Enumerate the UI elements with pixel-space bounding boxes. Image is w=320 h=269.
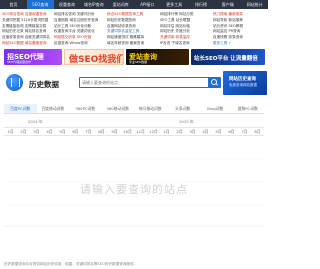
- month-cell[interactable]: 10月: [121, 128, 134, 135]
- site-logo-icon[interactable]: [6, 74, 23, 91]
- quick-link[interactable]: 网站SEO数据 域名备案查询: [2, 41, 58, 47]
- month-cell[interactable]: 9月: [108, 128, 121, 135]
- month-cell[interactable]: 2月: [173, 128, 186, 135]
- footer-text: 历史数据查询平台提供网站历史收录、权重、关键词排名等SEO历史数据查询服务。: [4, 262, 138, 266]
- month-cell[interactable]: 7月: [238, 128, 251, 135]
- top-nav-item[interactable]: API接口: [134, 0, 161, 9]
- link-column: 热门搜索 最新收录 网站导航 新站推荐 站长资讯 SEO教程 网站监控 PR查询 百度快…: [213, 12, 269, 47]
- history-chart-area: 请输入要查询的站点: [4, 137, 264, 227]
- year-labels: 2024 年 2025 年: [4, 119, 264, 125]
- search-button[interactable]: [208, 77, 221, 88]
- month-cell[interactable]: 1月: [160, 128, 173, 135]
- metric-tab[interactable]: 头条词数: [167, 104, 200, 113]
- top-nav-item[interactable]: 权重查询: [54, 0, 81, 9]
- top-nav-bar: 首页 SEO查询 权重查询 域名IP查询 爱站词库 API接口 更多工具 排行榜 客户端 网站统计: [0, 0, 268, 9]
- month-cell[interactable]: 5月: [56, 128, 69, 135]
- top-nav-item[interactable]: 爱站词库: [107, 0, 134, 9]
- month-cell[interactable]: 8月: [95, 128, 108, 135]
- top-nav-item[interactable]: SEO查询: [26, 0, 54, 9]
- banner-aizhan[interactable]: 爱站查询 专业SEO数据: [126, 49, 189, 65]
- metric-tab[interactable]: 搜狗PC词数: [232, 104, 265, 113]
- metric-tab[interactable]: 百度PC词数: [4, 104, 37, 113]
- month-cell[interactable]: 4月: [199, 128, 212, 135]
- year-label-right: 2025 年: [179, 119, 194, 124]
- site-search-input[interactable]: [79, 77, 209, 88]
- month-cell[interactable]: 5月: [212, 128, 225, 135]
- month-cell[interactable]: 4月: [43, 128, 56, 135]
- month-cell[interactable]: 8月: [251, 128, 264, 135]
- month-cell[interactable]: 3月: [30, 128, 43, 135]
- month-cell[interactable]: 12月: [147, 128, 160, 135]
- month-cell[interactable]: 3月: [186, 128, 199, 135]
- banner-subtitle: SEO代理加盟合作: [7, 60, 32, 64]
- top-nav-item[interactable]: 更多工具: [161, 0, 188, 9]
- month-cell[interactable]: 6月: [69, 128, 82, 135]
- month-row: 1月 2月 3月 4月 5月 6月 7月 8月 9月 10月 11月 12月 1月 2月 3月 4月 5月 6月 7…: [4, 127, 264, 136]
- promo-banner[interactable]: 网站历史查询 免费查询网站数据: [223, 71, 267, 95]
- month-cell[interactable]: 6月: [225, 128, 238, 135]
- top-nav-item[interactable]: 排行榜: [188, 0, 215, 9]
- quick-links: SEO综合查询 百度权重查询 关键词挖掘 5118长尾词挖掘 友情链接检测 友情链接…: [0, 10, 268, 48]
- month-cell[interactable]: 11月: [134, 128, 147, 135]
- metric-tab[interactable]: 360移动词数: [102, 104, 135, 113]
- top-nav-item[interactable]: 域名IP查询: [80, 0, 107, 9]
- year-label-left: 2024 年: [28, 119, 43, 124]
- banner-webmaster[interactable]: 站长SEO平台 让流量翻倍: [191, 49, 265, 65]
- top-nav-item[interactable]: 首页: [0, 0, 27, 9]
- quick-link[interactable]: IP反查 子域名查询: [160, 41, 216, 47]
- month-cell[interactable]: 2月: [17, 128, 30, 135]
- metric-tab[interactable]: 360PC词数: [69, 104, 102, 113]
- link-column: 网站排行榜 网站分类 SEO工具 站长联盟 网站评估 网站价值 网站历史 外链分析 关键…: [160, 12, 216, 47]
- month-cell[interactable]: 7月: [82, 128, 95, 135]
- search-area: 历史数据 网站历史查询 免费查询网站数据: [0, 70, 268, 100]
- quick-link[interactable]: 域名年龄查询 备案查询: [107, 41, 163, 47]
- banner-seo-service[interactable]: 做SEO找我们: [64, 49, 124, 65]
- link-column: 综合SEO数据查询工具 网站历史数据查询 百度网站收录查询 关键词排名监控工具 网站速度…: [107, 12, 163, 47]
- metric-tab[interactable]: 神马移动词数: [134, 104, 167, 113]
- promo-title: 网站历史查询: [229, 77, 256, 82]
- quick-link[interactable]: 更多工具 »: [213, 41, 269, 47]
- link-column: SEO综合查询 百度权重查询 关键词挖掘 5118长尾词挖掘 友情链接检测 友情链接…: [2, 12, 58, 47]
- top-nav-item[interactable]: 客户端: [214, 0, 241, 9]
- banner-title: 站长SEO平台 让流量翻倍: [194, 56, 258, 62]
- metric-tab[interactable]: 百度移动词数: [37, 104, 70, 113]
- banner-row: 招SEO代理 SEO代理加盟合作 做SEO找我们 爱站查询 专业SEO数据 站长…: [0, 49, 268, 66]
- promo-subtitle: 免费查询网站数据: [229, 83, 257, 87]
- link-column: 网站排名查询 关键词分析 百度指数 域名注册历史查询 站长工具 SEO优化诊断 权重查…: [54, 12, 110, 47]
- banner-seo-agent[interactable]: 招SEO代理 SEO代理加盟合作: [4, 49, 62, 65]
- top-nav-item[interactable]: 网站统计: [241, 0, 268, 9]
- site-brand: 历史数据: [29, 80, 59, 89]
- quick-link[interactable]: 反链查询 Whois查询: [54, 41, 110, 47]
- banner-title: 做SEO找我们: [69, 55, 124, 65]
- chart-placeholder-text: 请输入要查询的站点: [80, 183, 188, 196]
- metric-tabs: 百度PC词数 百度移动词数 360PC词数 360移动词数 神马移动词数 头条词数 Bing…: [4, 104, 264, 114]
- month-cell[interactable]: 1月: [4, 128, 17, 135]
- metric-tab[interactable]: Bing词数: [199, 104, 232, 113]
- banner-subtitle: 专业SEO数据: [129, 60, 148, 64]
